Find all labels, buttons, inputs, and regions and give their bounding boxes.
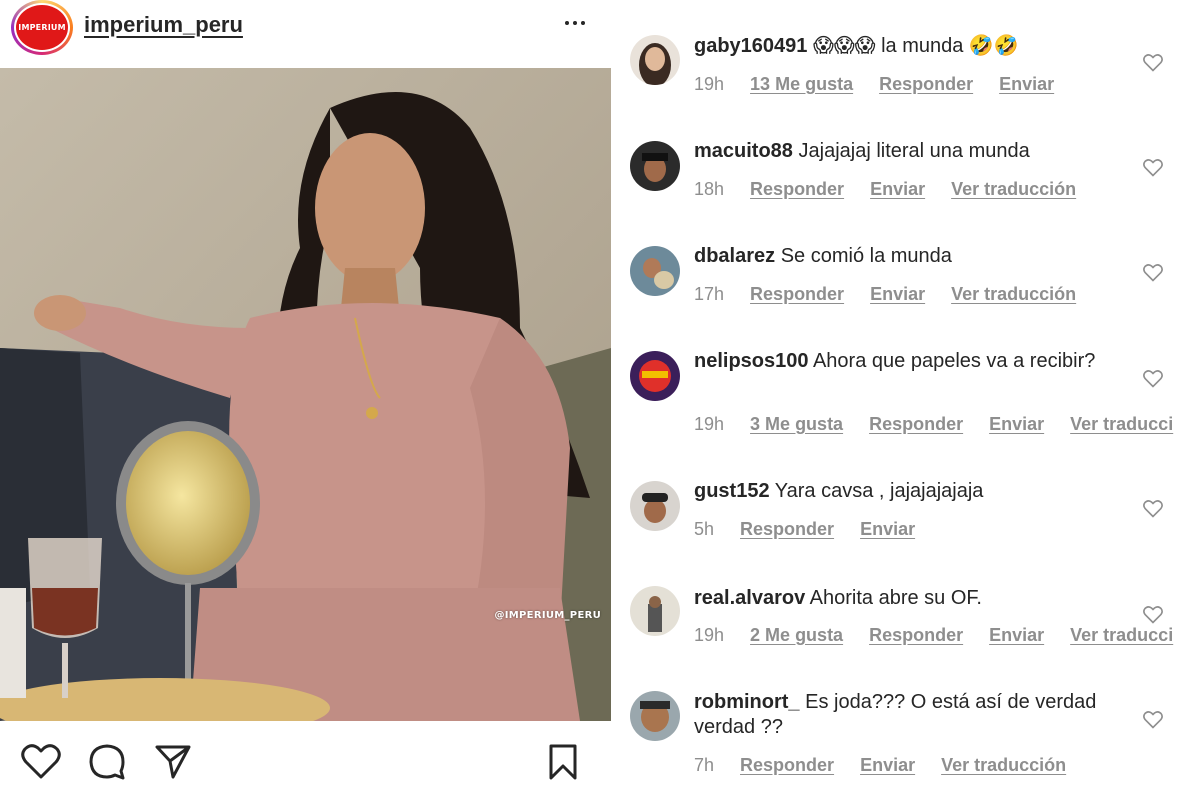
heart-icon[interactable]	[1141, 708, 1165, 732]
avatar[interactable]	[630, 691, 680, 741]
comment-meta: 17h Responder Enviar Ver traducción	[694, 282, 1102, 306]
comment-time: 5h	[694, 518, 715, 539]
reply-button[interactable]: Responder	[740, 755, 834, 776]
comment-text: Ahorita abre su OF.	[809, 587, 982, 609]
photo-watermark: @IMPERIUM_PERU	[494, 610, 601, 621]
reply-button[interactable]: Responder	[879, 74, 973, 95]
heart-icon[interactable]	[20, 741, 62, 783]
avatar[interactable]	[630, 246, 680, 296]
heart-icon[interactable]	[1141, 367, 1165, 391]
reply-button[interactable]: Responder	[869, 625, 963, 646]
comment-meta: 19h 2 Me gusta Responder Enviar Ver trad…	[694, 623, 1199, 647]
comment-time: 18h	[694, 178, 725, 199]
heart-icon[interactable]	[1141, 497, 1165, 521]
see-translation-button[interactable]: Ver traducción	[951, 179, 1076, 200]
heart-icon[interactable]	[1141, 603, 1165, 627]
comment-likes[interactable]: 13 Me gusta	[750, 74, 853, 95]
bookmark-icon[interactable]	[542, 741, 584, 783]
comment-meta: 5h Responder Enviar	[694, 517, 941, 541]
comment-text: Se comió la munda	[780, 245, 952, 267]
comment-time: 19h	[694, 73, 725, 94]
comment-username[interactable]: nelipsos100	[694, 350, 809, 372]
comment-meta: 19h 3 Me gusta Responder Enviar Ver trad…	[694, 412, 1199, 436]
comment-username[interactable]: macuito88	[694, 140, 793, 162]
comment-text: Ahora que papeles va a recibir?	[812, 350, 1096, 372]
comment-meta: 7h Responder Enviar Ver traducción	[694, 753, 1092, 777]
avatar[interactable]	[630, 351, 680, 401]
send-button[interactable]: Enviar	[870, 284, 925, 305]
send-button[interactable]: Enviar	[989, 625, 1044, 646]
comment-text: Yara cavsa , jajajajajaja	[774, 480, 984, 502]
comment-username[interactable]: dbalarez	[694, 245, 775, 267]
post-avatar[interactable]: IMPERIUM	[11, 0, 73, 55]
reply-button[interactable]: Responder	[740, 519, 834, 540]
heart-icon[interactable]	[1141, 156, 1165, 180]
send-button[interactable]: Enviar	[989, 414, 1044, 435]
comment-username[interactable]: robminort_	[694, 691, 800, 713]
see-translation-button[interactable]: Ver traducción	[941, 755, 1066, 776]
reply-button[interactable]: Responder	[750, 179, 844, 200]
comment-time: 19h	[694, 624, 725, 645]
comment-username[interactable]: gust152	[694, 480, 770, 502]
post-username[interactable]: imperium_peru	[84, 12, 243, 38]
imperium-logo: IMPERIUM	[16, 5, 68, 50]
more-options-icon[interactable]	[560, 10, 590, 36]
comments-panel: gaby160491 😱😱😱 la munda 🤣🤣 19h 13 Me gus…	[611, 0, 1200, 800]
send-button[interactable]: Enviar	[860, 519, 915, 540]
share-icon[interactable]	[152, 741, 194, 783]
comment-time: 7h	[694, 754, 715, 775]
heart-icon[interactable]	[1141, 51, 1165, 75]
comment-text: 😱😱😱 la munda 🤣🤣	[812, 35, 1019, 57]
avatar[interactable]	[630, 481, 680, 531]
see-translation-button[interactable]: Ver traducci	[1070, 625, 1173, 646]
send-button[interactable]: Enviar	[870, 179, 925, 200]
heart-icon[interactable]	[1141, 261, 1165, 285]
comment-time: 19h	[694, 413, 725, 434]
post: IMPERIUM imperium_peru @IMPERIUM_PERU	[0, 0, 611, 800]
comment-likes[interactable]: 2 Me gusta	[750, 625, 843, 646]
comment-likes[interactable]: 3 Me gusta	[750, 414, 843, 435]
see-translation-button[interactable]: Ver traducci	[1070, 414, 1173, 435]
comment-meta: 19h 13 Me gusta Responder Enviar	[694, 72, 1080, 96]
comment-icon[interactable]	[86, 741, 128, 783]
post-header: IMPERIUM imperium_peru	[0, 0, 611, 68]
reply-button[interactable]: Responder	[869, 414, 963, 435]
comment-username[interactable]: real.alvarov	[694, 587, 805, 609]
comment-username[interactable]: gaby160491	[694, 35, 807, 57]
comment-time: 17h	[694, 283, 725, 304]
post-actions	[0, 721, 611, 800]
avatar[interactable]	[630, 141, 680, 191]
send-button[interactable]: Enviar	[999, 74, 1054, 95]
post-photo[interactable]: @IMPERIUM_PERU	[0, 68, 611, 721]
comment-meta: 18h Responder Enviar Ver traducción	[694, 177, 1102, 201]
see-translation-button[interactable]: Ver traducción	[951, 284, 1076, 305]
send-button[interactable]: Enviar	[860, 755, 915, 776]
avatar[interactable]	[630, 35, 680, 85]
reply-button[interactable]: Responder	[750, 284, 844, 305]
avatar[interactable]	[630, 586, 680, 636]
comment-text: Jajajajaj literal una munda	[798, 140, 1030, 162]
